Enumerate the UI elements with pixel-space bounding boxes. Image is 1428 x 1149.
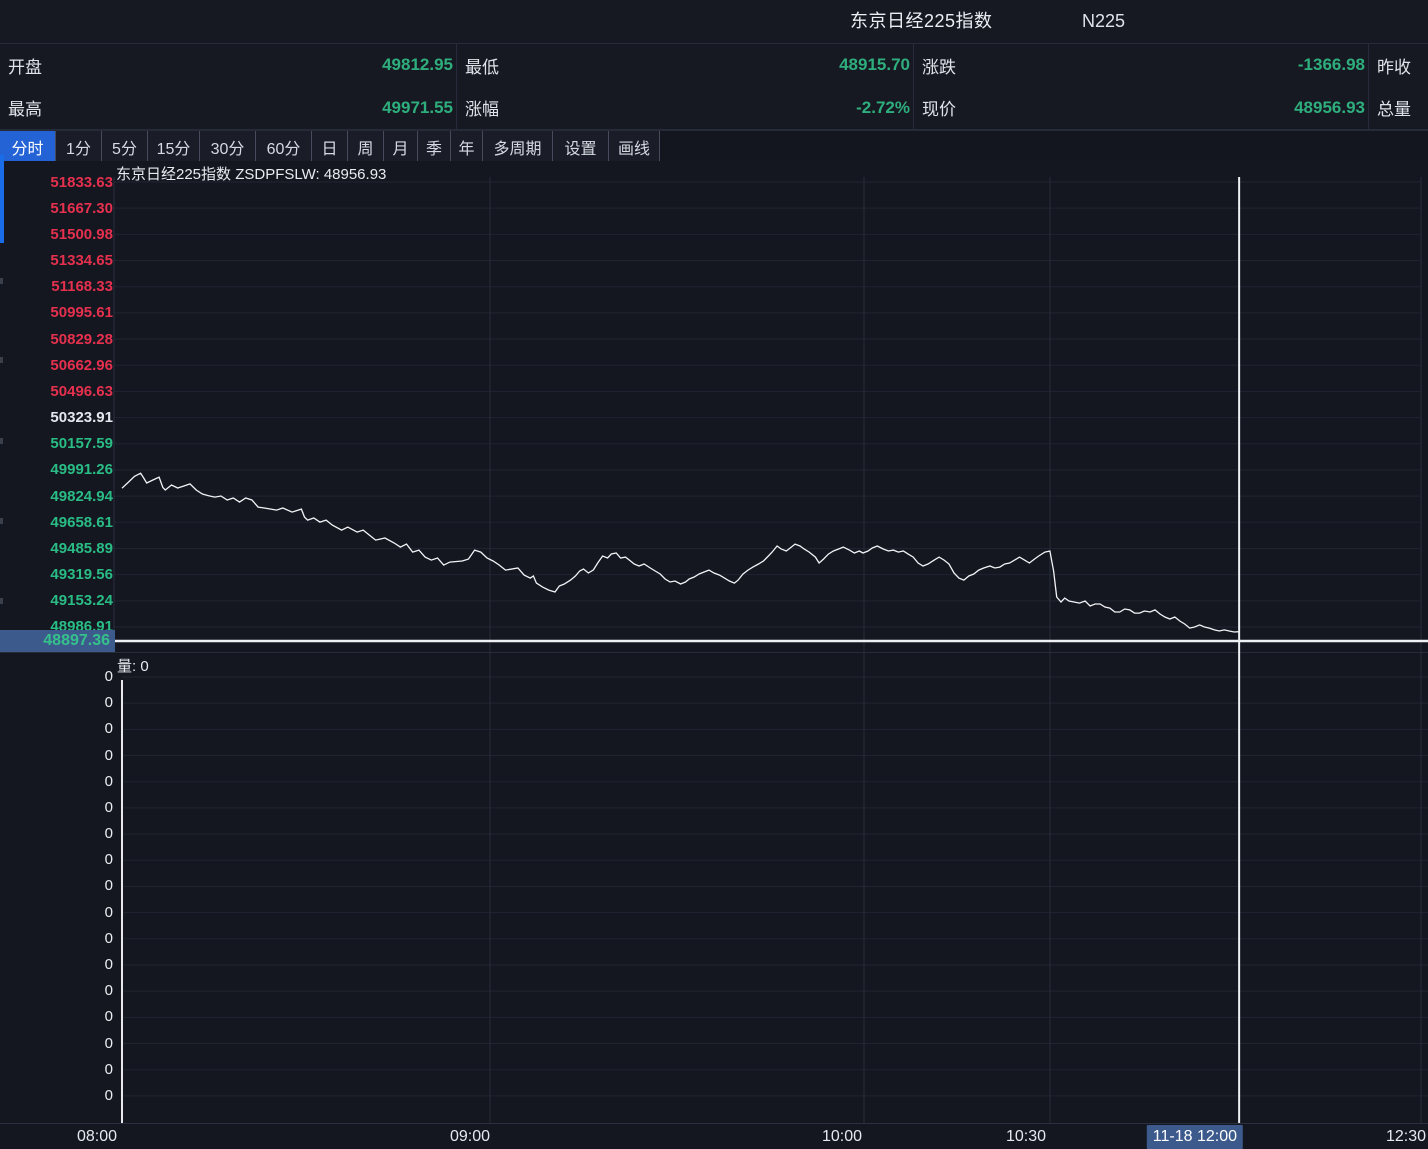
price-label: 现价 bbox=[914, 95, 956, 120]
tab-month[interactable]: 月 bbox=[384, 131, 418, 162]
tab-year[interactable]: 年 bbox=[451, 131, 483, 162]
quote-row-low: 最低 48915.70 bbox=[457, 44, 913, 87]
price-axis-label: 51334.65 bbox=[5, 252, 113, 269]
left-scroll-indicator[interactable] bbox=[0, 155, 4, 243]
chart-overlay-title: 东京日经225指数 ZSDPFSLW: 48956.93 bbox=[116, 163, 386, 184]
header-bar: 东京日经225指数 N225 bbox=[0, 0, 1428, 44]
high-value: 49971.55 bbox=[42, 98, 456, 118]
price-axis-label: 49485.89 bbox=[5, 540, 113, 557]
prev-close-label: 昨收 bbox=[1369, 53, 1411, 78]
tab-week[interactable]: 周 bbox=[348, 131, 384, 162]
volume-axis-label: 0 bbox=[5, 957, 113, 973]
volume-axis-label: 0 bbox=[5, 826, 113, 842]
time-axis-label: 12:30 bbox=[1386, 1125, 1426, 1149]
quote-row-change: 涨跌 -1366.98 bbox=[914, 44, 1368, 87]
instrument-symbol: N225 bbox=[1082, 0, 1125, 43]
volume-axis-label: 0 bbox=[5, 669, 113, 685]
tab-draw-line[interactable]: 画线 bbox=[609, 131, 660, 162]
quote-col-4: 昨收 总量 bbox=[1369, 44, 1428, 129]
volume-axis-label: 0 bbox=[5, 905, 113, 921]
volume-axis-label: 0 bbox=[5, 878, 113, 894]
quote-row-price: 现价 48956.93 bbox=[914, 87, 1368, 130]
tab-30min[interactable]: 30分 bbox=[200, 131, 256, 162]
quote-col-3: 涨跌 -1366.98 现价 48956.93 bbox=[914, 44, 1369, 129]
price-axis-label: 49824.94 bbox=[5, 488, 113, 505]
edge-tick bbox=[0, 598, 3, 604]
volume-axis-label: 0 bbox=[5, 931, 113, 947]
price-axis-label: 49319.56 bbox=[5, 566, 113, 583]
price-axis-label: 50995.61 bbox=[5, 304, 113, 321]
tab-1min[interactable]: 1分 bbox=[56, 131, 102, 162]
price-axis-label: 49991.26 bbox=[5, 461, 113, 478]
time-axis-label: 10:00 bbox=[822, 1125, 862, 1149]
price-axis-label: 50496.63 bbox=[5, 383, 113, 400]
price-axis-label: 50157.59 bbox=[5, 435, 113, 452]
open-label: 开盘 bbox=[0, 53, 42, 78]
change-label: 涨跌 bbox=[914, 53, 956, 78]
price-axis-label: 50662.96 bbox=[5, 357, 113, 374]
tab-60min[interactable]: 60分 bbox=[256, 131, 312, 162]
price-axis-label: 51500.98 bbox=[5, 226, 113, 243]
tab-quarter[interactable]: 季 bbox=[418, 131, 451, 162]
chart-area[interactable]: 东京日经225指数 ZSDPFSLW: 48956.93 51833.63 516… bbox=[0, 161, 1428, 1149]
price-line bbox=[122, 473, 1239, 632]
trading-app: 东京日经225指数 N225 开盘 49812.95 最高 49971.55 最… bbox=[0, 0, 1428, 1149]
tab-settings[interactable]: 设置 bbox=[553, 131, 609, 162]
volume-pane-title: 量: 0 bbox=[117, 655, 149, 676]
low-value: 48915.70 bbox=[499, 55, 913, 75]
time-axis-label: 08:00 bbox=[77, 1125, 117, 1149]
quote-row-open: 开盘 49812.95 bbox=[0, 44, 456, 87]
edge-tick bbox=[0, 438, 3, 444]
crosshair-price-badge: 48897.36 bbox=[0, 630, 115, 652]
time-axis-label: 10:30 bbox=[1006, 1125, 1046, 1149]
volume-axis-label: 0 bbox=[5, 721, 113, 737]
edge-tick bbox=[0, 518, 3, 524]
quote-row-prev-close: 昨收 bbox=[1369, 44, 1428, 87]
tab-day[interactable]: 日 bbox=[312, 131, 348, 162]
price-axis-label: 50323.91 bbox=[5, 409, 113, 426]
high-label: 最高 bbox=[0, 95, 42, 120]
period-tab-bar: 分时1分5分15分30分60分日周月季年多周期设置画线 bbox=[0, 130, 1428, 162]
crosshair-time-badge: 11-18 12:00 bbox=[1147, 1125, 1243, 1149]
low-label: 最低 bbox=[457, 53, 499, 78]
change-pct-label: 涨幅 bbox=[457, 95, 499, 120]
price-value: 48956.93 bbox=[956, 98, 1368, 118]
change-pct-value: -2.72% bbox=[499, 98, 913, 118]
edge-tick bbox=[0, 357, 3, 363]
open-value: 49812.95 bbox=[42, 55, 456, 75]
price-axis-label: 51667.30 bbox=[5, 200, 113, 217]
change-value: -1366.98 bbox=[956, 55, 1368, 75]
price-axis-label: 51168.33 bbox=[5, 278, 113, 295]
price-axis-label: 50829.28 bbox=[5, 331, 113, 348]
tab-15min[interactable]: 15分 bbox=[148, 131, 200, 162]
time-axis: 08:00 09:00 10:00 10:30 11-18 12:00 12:30 bbox=[0, 1125, 1428, 1149]
edge-tick bbox=[0, 278, 3, 284]
price-axis-label: 49153.24 bbox=[5, 592, 113, 609]
volume-axis-label: 0 bbox=[5, 1062, 113, 1078]
volume-axis-label: 0 bbox=[5, 1036, 113, 1052]
quote-col-2: 最低 48915.70 涨幅 -2.72% bbox=[457, 44, 914, 129]
price-axis-label: 49658.61 bbox=[5, 514, 113, 531]
quote-col-1: 开盘 49812.95 最高 49971.55 bbox=[0, 44, 457, 129]
volume-axis-label: 0 bbox=[5, 1009, 113, 1025]
tab-multi-period[interactable]: 多周期 bbox=[483, 131, 553, 162]
tab-5min[interactable]: 5分 bbox=[102, 131, 148, 162]
chart-canvas bbox=[0, 161, 1428, 1149]
volume-label: 总量 bbox=[1369, 95, 1411, 120]
volume-axis-label: 0 bbox=[5, 800, 113, 816]
price-axis-label: 51833.63 bbox=[5, 174, 113, 191]
quote-row-volume: 总量 bbox=[1369, 87, 1428, 130]
volume-axis-label: 0 bbox=[5, 774, 113, 790]
volume-axis-label: 0 bbox=[5, 983, 113, 999]
volume-axis-label: 0 bbox=[5, 1088, 113, 1104]
quote-row-change-pct: 涨幅 -2.72% bbox=[457, 87, 913, 130]
quote-row-high: 最高 49971.55 bbox=[0, 87, 456, 130]
volume-axis-label: 0 bbox=[5, 748, 113, 764]
quote-panel: 开盘 49812.95 最高 49971.55 最低 48915.70 涨幅 -… bbox=[0, 44, 1428, 130]
volume-axis-label: 0 bbox=[5, 852, 113, 868]
time-axis-label: 09:00 bbox=[450, 1125, 490, 1149]
instrument-title: 东京日经225指数 bbox=[850, 0, 993, 43]
tab-timeline[interactable]: 分时 bbox=[0, 131, 56, 162]
volume-axis-label: 0 bbox=[5, 695, 113, 711]
